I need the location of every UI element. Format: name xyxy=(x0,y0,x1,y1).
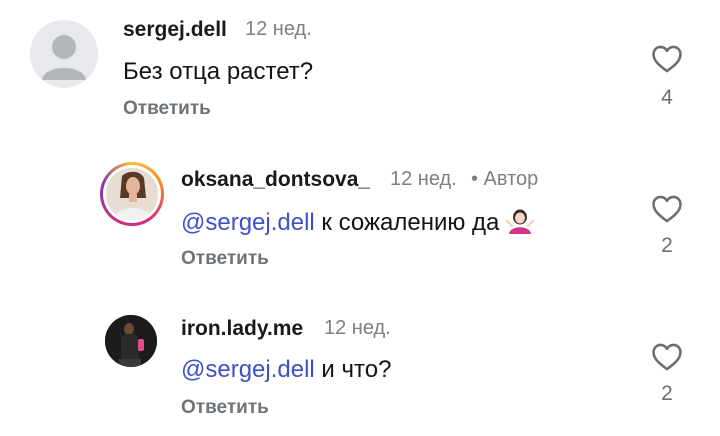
comment-oksana-dontsova: oksana_dontsova_ 12 нед. • Автор @sergej… xyxy=(0,150,720,280)
avatar[interactable] xyxy=(30,20,98,88)
comment-username[interactable]: oksana_dontsova_ xyxy=(181,168,370,192)
comment-text-body: и что? xyxy=(314,356,392,383)
like-count: 2 xyxy=(661,382,673,405)
heart-outline-icon[interactable] xyxy=(650,340,684,374)
comment-sergej-dell: sergej.dell 12 нед. Без отца растет? Отв… xyxy=(0,0,720,130)
user-photo-avatar xyxy=(105,315,157,367)
mention-link[interactable]: @sergej.dell xyxy=(181,209,315,236)
comment-text-body: Без отца растет? xyxy=(123,58,314,85)
comment-text-body: к сожалению да xyxy=(314,209,500,236)
heart-outline-icon[interactable] xyxy=(650,192,684,226)
reply-button[interactable]: Ответить xyxy=(181,248,269,270)
comment-username[interactable]: sergej.dell xyxy=(123,18,227,42)
reply-button[interactable]: Ответить xyxy=(181,397,269,419)
like-count: 2 xyxy=(661,234,673,257)
avatar[interactable] xyxy=(105,315,157,367)
woman-shrugging-emoji xyxy=(506,209,535,234)
like-count: 4 xyxy=(661,86,673,109)
default-avatar-icon xyxy=(42,35,86,80)
comment-text: @sergej.dell к сожалению да xyxy=(181,208,535,237)
comment-text: Без отца растет? xyxy=(123,58,313,86)
reply-button[interactable]: Ответить xyxy=(123,98,211,120)
comment-username[interactable]: iron.lady.me xyxy=(181,317,303,341)
comment-timestamp: 12 нед. xyxy=(390,168,457,190)
comment-text: @sergej.dell и что? xyxy=(181,356,391,384)
avatar-story-ring[interactable] xyxy=(100,162,164,226)
comment-timestamp: 12 нед. xyxy=(324,317,391,339)
mention-link[interactable]: @sergej.dell xyxy=(181,356,315,383)
comment-iron-lady-me: iron.lady.me 12 нед. @sergej.dell и что?… xyxy=(0,300,720,436)
user-photo-avatar xyxy=(106,168,158,220)
author-badge: • Автор xyxy=(471,168,539,190)
heart-outline-icon[interactable] xyxy=(650,42,684,76)
comment-timestamp: 12 нед. xyxy=(245,18,312,40)
avatar xyxy=(106,168,158,220)
